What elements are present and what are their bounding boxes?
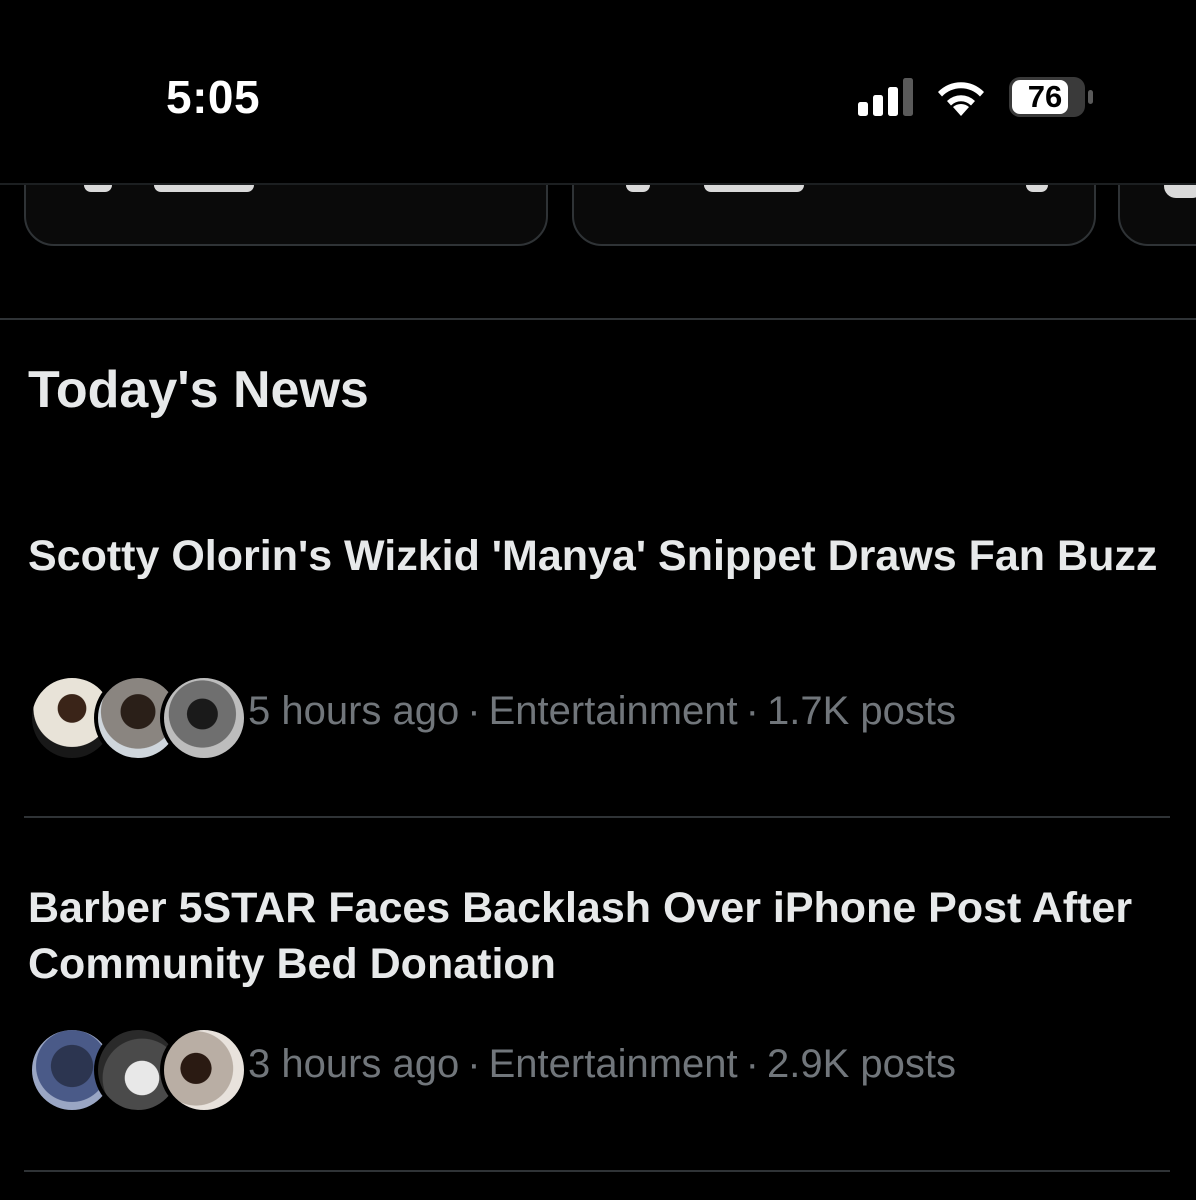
- section-divider: [0, 318, 1196, 320]
- news-meta: 3 hours ago · Entertainment · 2.9K posts: [248, 1042, 956, 1087]
- item-divider: [24, 1170, 1170, 1172]
- avatar-stack: [28, 674, 248, 762]
- news-category: Entertainment: [488, 689, 738, 733]
- meta-separator: ·: [467, 689, 481, 733]
- meta-separator: ·: [467, 1042, 481, 1086]
- meta-separator: ·: [745, 689, 759, 733]
- avatar: [160, 1026, 248, 1114]
- avatar-stack: [28, 1026, 248, 1114]
- news-time: 5 hours ago: [248, 689, 460, 733]
- news-item[interactable]: Scotty Olorin's Wizkid 'Manya' Snippet D…: [0, 526, 1196, 816]
- news-item[interactable]: Barber 5STAR Faces Backlash Over iPhone …: [0, 880, 1196, 1170]
- news-headline[interactable]: Barber 5STAR Faces Backlash Over iPhone …: [28, 880, 1168, 992]
- news-time: 3 hours ago: [248, 1042, 460, 1086]
- item-divider: [24, 816, 1170, 818]
- avatar: [160, 674, 248, 762]
- news-headline[interactable]: Scotty Olorin's Wizkid 'Manya' Snippet D…: [28, 528, 1168, 584]
- status-bar: 5:05 76: [0, 0, 1196, 185]
- news-post-count: 1.7K posts: [766, 689, 956, 733]
- section-title: Today's News: [28, 361, 369, 419]
- news-post-count: 2.9K posts: [766, 1042, 956, 1086]
- status-bar-divider: [0, 183, 1196, 185]
- status-time: 5:05: [166, 71, 261, 123]
- meta-separator: ·: [745, 1042, 759, 1086]
- signal-icon: [858, 78, 913, 116]
- screen: 5:05 76 Today's News Scotty Olorin's Wiz…: [0, 0, 1196, 1200]
- news-category: Entertainment: [488, 1042, 738, 1086]
- news-meta: 5 hours ago · Entertainment · 1.7K posts: [248, 689, 956, 734]
- battery-level: 76: [1027, 79, 1063, 114]
- wifi-icon: [938, 82, 984, 116]
